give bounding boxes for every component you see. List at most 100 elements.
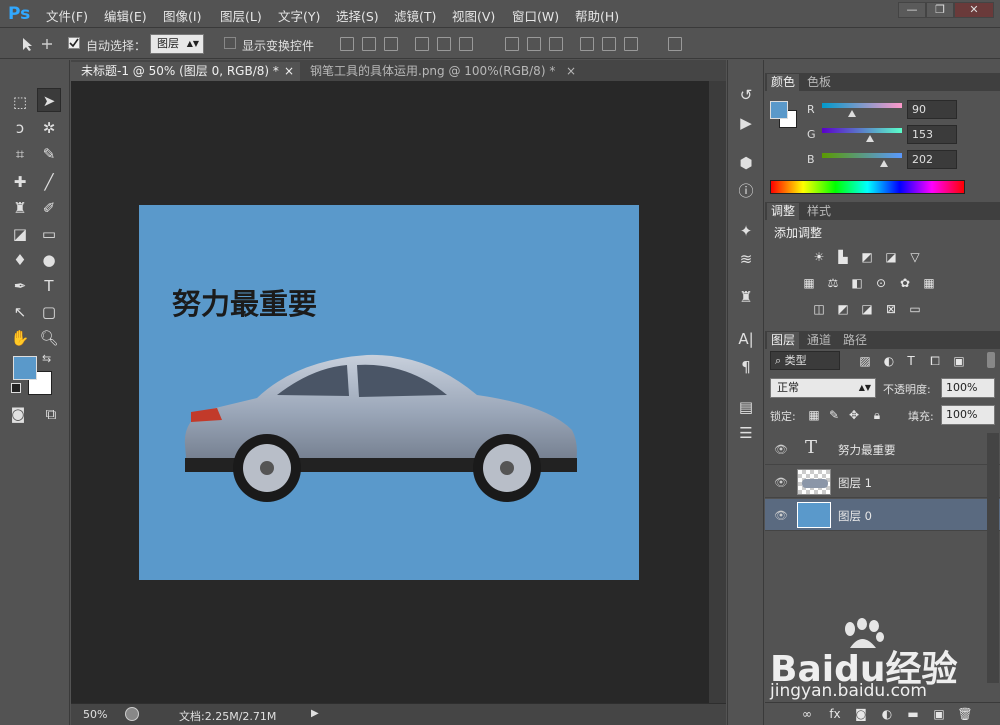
move-tool-icon[interactable]: ➤ [37,88,61,112]
dodge-tool-icon[interactable]: ● [37,248,61,272]
default-colors-icon[interactable] [11,383,21,393]
lock-position-icon[interactable]: ✥ [846,408,862,422]
type-tool-icon[interactable]: T [37,274,61,298]
car-image[interactable] [177,350,587,510]
filter-smart-object-icon[interactable]: ▣ [951,354,967,368]
menu-type[interactable]: 文字(Y) [278,6,320,25]
color-lookup-icon[interactable]: ▦ [921,276,937,290]
align-hcenter-icon[interactable] [437,37,451,51]
minimize-button[interactable]: — [898,2,926,18]
invert-icon[interactable]: ◫ [811,302,827,316]
blue-slider-thumb[interactable] [880,160,888,167]
layer-row-selected[interactable]: 👁︎ 图层 0 [765,499,1000,531]
distribute-bottom-icon[interactable] [549,37,563,51]
align-left-icon[interactable] [415,37,429,51]
menu-select[interactable]: 选择(S) [336,6,379,25]
lasso-tool-icon[interactable]: ↄ [8,116,32,140]
posterize-icon[interactable]: ◩ [835,302,851,316]
eraser-tool-icon[interactable]: ◪ [8,222,32,246]
layer-row-text[interactable]: 👁︎ T 努力最重要 [765,433,1000,465]
visibility-eye-icon[interactable]: 👁︎ [774,509,788,522]
tab-paths[interactable]: 路径 [839,332,871,349]
brightness-contrast-icon[interactable]: ☀ [811,250,827,264]
paragraph-panel-icon[interactable]: ¶ [734,356,758,378]
add-mask-icon[interactable]: ◙ [853,707,869,721]
menu-window[interactable]: 窗口(W) [512,6,559,25]
filter-adjustment-icon[interactable]: ◐ [881,354,897,368]
filter-type-icon[interactable]: T [903,354,919,368]
hand-tool-icon[interactable]: ✋ [8,326,32,350]
blur-tool-icon[interactable]: ♦ [8,248,32,272]
green-value-field[interactable]: 153 [907,125,957,144]
status-menu-arrow-icon[interactable]: ▶ [311,708,319,719]
gradient-map-icon[interactable]: ▭ [907,302,923,316]
layer-row-image[interactable]: 👁︎ 图层 1 [765,466,1000,498]
tab-layers[interactable]: 图层 [767,332,800,349]
layer-comps-icon[interactable]: ▤ [734,396,758,418]
red-value-field[interactable]: 90 [907,100,957,119]
auto-align-icon[interactable] [668,37,682,51]
tab-adjustments[interactable]: 调整 [767,203,800,220]
green-slider[interactable] [822,128,902,133]
lock-transparent-icon[interactable]: ▦ [806,408,822,422]
red-slider[interactable] [822,103,902,108]
tab-pen-tool-png[interactable]: 钢笔工具的具体运用.png @ 100%(RGB/8) * × [300,62,582,81]
auto-select-dropdown[interactable]: 图层 ▲▼ [150,34,204,54]
opacity-field[interactable]: 100% [941,378,995,398]
notes-panel-icon[interactable]: ☰ [734,422,758,444]
tab-untitled[interactable]: 未标题-1 @ 50% (图层 0, RGB/8) * × [71,62,300,81]
menu-image[interactable]: 图像(I) [163,6,201,25]
eyedropper-tool-icon[interactable]: ✎ [37,142,61,166]
gradient-tool-icon[interactable]: ▭ [37,222,61,246]
color-spectrum-ramp[interactable] [770,180,965,194]
zoom-tool-icon[interactable]: 🔍︎ [37,326,61,350]
vibrance-icon[interactable]: ▽ [907,250,923,264]
align-bottom-icon[interactable] [384,37,398,51]
tab-close-icon[interactable]: × [284,62,294,81]
black-white-icon[interactable]: ◧ [849,276,865,290]
align-top-icon[interactable] [340,37,354,51]
levels-icon[interactable]: ▙ [835,250,851,264]
photo-filter-icon[interactable]: ⊙ [873,276,889,290]
close-window-button[interactable]: ✕ [954,2,994,18]
brush-presets-icon[interactable]: ✦ [734,220,758,242]
marquee-tool-icon[interactable]: ⬚ [8,90,32,114]
distribute-top-icon[interactable] [505,37,519,51]
distribute-vcenter-icon[interactable] [527,37,541,51]
restore-button[interactable]: ❐ [926,2,954,18]
history-brush-tool-icon[interactable]: ✐ [37,196,61,220]
layer-filter-dropdown[interactable]: ⌕ 类型 [770,351,840,370]
tab-swatches[interactable]: 色板 [803,74,835,91]
show-transform-checkbox[interactable] [224,37,236,49]
healing-brush-tool-icon[interactable]: ✚ [8,170,32,194]
distribute-right-icon[interactable] [624,37,638,51]
menu-help[interactable]: 帮助(H) [575,6,619,25]
history-panel-icon[interactable]: ↺ [734,84,758,106]
lock-image-icon[interactable]: ✎ [826,408,842,422]
shape-tool-icon[interactable]: ▢ [37,300,61,324]
curves-icon[interactable]: ◩ [859,250,875,264]
distribute-hcenter-icon[interactable] [602,37,616,51]
layer-style-icon[interactable]: fx [827,707,843,721]
threshold-icon[interactable]: ◪ [859,302,875,316]
align-right-icon[interactable] [459,37,473,51]
menu-edit[interactable]: 编辑(E) [104,6,147,25]
blue-value-field[interactable]: 202 [907,150,957,169]
filter-shape-icon[interactable]: ⧠ [927,354,943,368]
align-vcenter-icon[interactable] [362,37,376,51]
new-layer-icon[interactable]: ▣ [931,707,947,721]
3d-panel-icon[interactable]: ⬢ [734,152,758,174]
document-canvas[interactable]: 努力最重要 [139,205,639,580]
fill-field[interactable]: 100% [941,405,995,425]
zoom-level[interactable]: 50% [83,708,107,721]
visibility-eye-icon[interactable]: 👁︎ [774,443,788,456]
visibility-eye-icon[interactable]: 👁︎ [774,476,788,489]
new-group-icon[interactable]: ▬ [905,707,921,721]
tab-styles[interactable]: 样式 [803,203,835,220]
clone-stamp-tool-icon[interactable]: ♜ [8,196,32,220]
tab-color[interactable]: 颜色 [767,74,800,91]
pen-tool-icon[interactable]: ✒ [8,274,32,298]
menu-file[interactable]: 文件(F) [46,6,88,25]
vertical-scrollbar[interactable] [709,81,726,703]
magic-wand-tool-icon[interactable]: ✲ [37,116,61,140]
